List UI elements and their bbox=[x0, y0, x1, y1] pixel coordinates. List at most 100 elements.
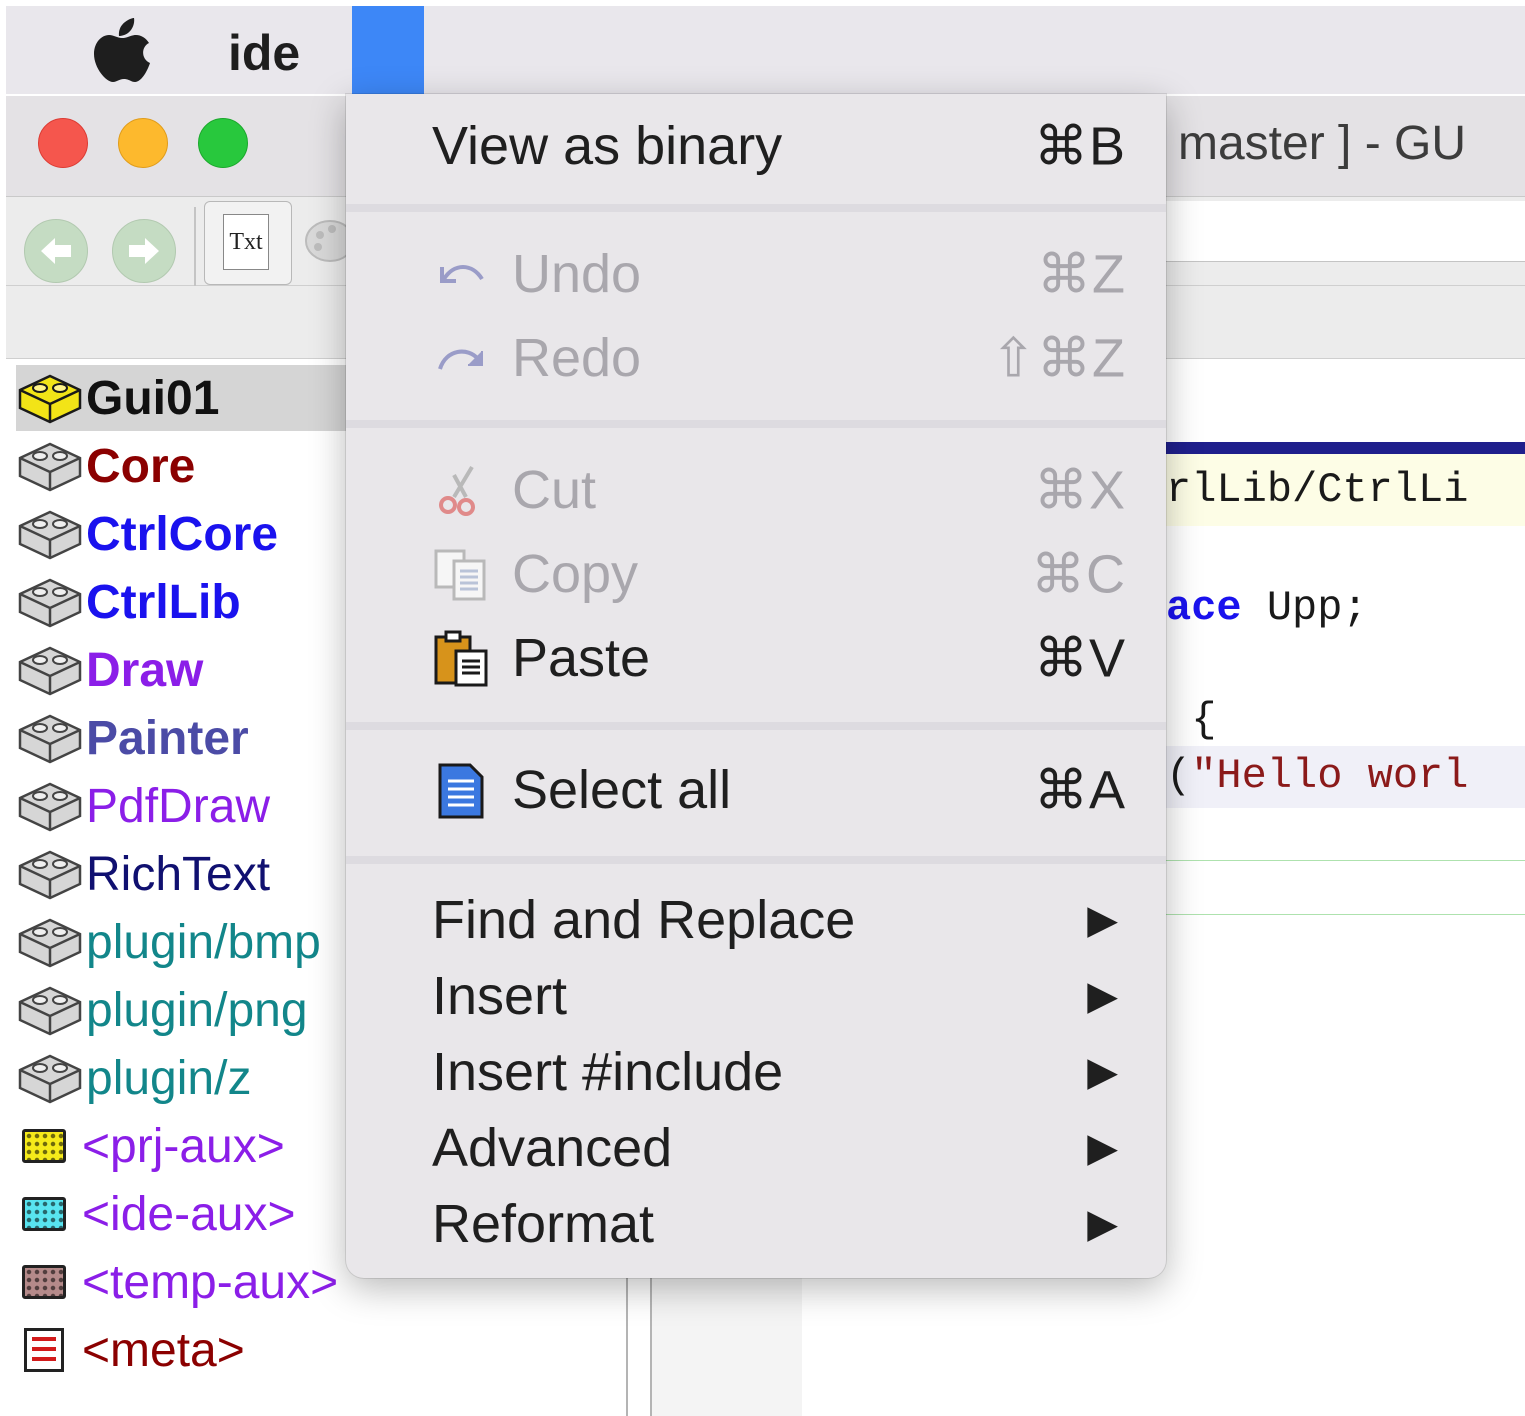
minimize-button[interactable] bbox=[118, 118, 168, 168]
package-label: RichText bbox=[86, 847, 271, 901]
menu-shortcut: ⌘Z bbox=[1037, 244, 1126, 305]
menu-item-label: Reformat bbox=[432, 1194, 655, 1254]
package-label: plugin/png bbox=[86, 983, 308, 1037]
code-line-namespace: ace Upp; bbox=[1166, 584, 1368, 632]
menu-shortcut: ⇧⌘Z bbox=[990, 328, 1126, 389]
code-line-brace: { bbox=[1166, 696, 1217, 744]
submenu-arrow-icon: ▶ bbox=[1087, 974, 1118, 1018]
document-select-icon bbox=[438, 763, 484, 819]
brown-aux-icon bbox=[22, 1265, 66, 1299]
close-button[interactable] bbox=[38, 118, 88, 168]
menu-item-label: Select all bbox=[512, 760, 732, 820]
txt-file-icon: Txt bbox=[223, 214, 269, 270]
package-label: <meta> bbox=[82, 1323, 245, 1377]
code-keyword: ace bbox=[1166, 584, 1242, 632]
package-label: PdfDraw bbox=[86, 779, 271, 833]
menu-item-undo[interactable]: Undo ⌘Z bbox=[346, 234, 1166, 314]
menu-item-label: Copy bbox=[512, 544, 639, 604]
scissors-icon bbox=[439, 465, 475, 516]
submenu-arrow-icon: ▶ bbox=[1087, 898, 1118, 942]
redo-icon bbox=[438, 349, 483, 370]
arrow-right-icon bbox=[129, 238, 159, 264]
menu-item-copy[interactable]: Copy ⌘C bbox=[346, 534, 1166, 614]
file-path-text: rlLib/CtrlLi bbox=[1166, 466, 1469, 514]
package-label: <prj-aux> bbox=[82, 1119, 285, 1173]
menu-item-reformat[interactable]: Reformat ▶ bbox=[346, 1184, 1166, 1264]
menu-item-redo[interactable]: Redo ⇧⌘Z bbox=[346, 318, 1166, 398]
submenu-arrow-icon: ▶ bbox=[1087, 1050, 1118, 1094]
menu-separator bbox=[346, 722, 1166, 730]
edit-menu: View as binary ⌘B Undo ⌘Z Redo ⇧⌘Z Cut ⌘… bbox=[346, 94, 1166, 1278]
menu-item-insert[interactable]: Insert ▶ bbox=[346, 956, 1166, 1036]
gray-package-icon bbox=[18, 714, 82, 764]
menu-item-label: Undo bbox=[512, 244, 642, 304]
menu-shortcut: ⌘B bbox=[1033, 116, 1126, 177]
package-label: <ide-aux> bbox=[82, 1187, 296, 1241]
package-label: Gui01 bbox=[86, 371, 220, 425]
editor-line-separator bbox=[1166, 914, 1525, 915]
menu-item-cut[interactable]: Cut ⌘X bbox=[346, 450, 1166, 530]
menu-separator bbox=[346, 204, 1166, 212]
text-file-button[interactable]: Txt bbox=[204, 201, 292, 285]
toolbar-separator bbox=[194, 207, 196, 287]
menu-shortcut: ⌘V bbox=[1033, 628, 1126, 689]
menu-item-label: Paste bbox=[512, 628, 651, 688]
gray-package-icon bbox=[18, 1054, 82, 1104]
menu-bar: ide bbox=[6, 6, 1525, 94]
meta-list-icon bbox=[24, 1328, 64, 1372]
menu-item-view-as-binary[interactable]: View as binary ⌘B bbox=[346, 106, 1166, 186]
gray-package-icon bbox=[18, 986, 82, 1036]
menu-item-label: Find and Replace bbox=[432, 890, 856, 950]
clipboard-icon bbox=[434, 630, 488, 687]
gray-package-icon bbox=[18, 918, 82, 968]
app-menu-ide[interactable]: ide bbox=[228, 24, 300, 82]
menu-item-select-all[interactable]: Select all ⌘A bbox=[346, 750, 1166, 830]
yellow-package-icon bbox=[18, 374, 82, 424]
editor-header-rule bbox=[1166, 442, 1525, 454]
edit-menu-highlight[interactable] bbox=[352, 6, 424, 94]
package-label: Draw bbox=[86, 643, 204, 697]
back-button[interactable] bbox=[24, 219, 88, 283]
submenu-arrow-icon: ▶ bbox=[1087, 1202, 1118, 1246]
menu-separator bbox=[346, 420, 1166, 428]
yellow-aux-icon bbox=[22, 1129, 66, 1163]
editor-line-separator bbox=[1166, 860, 1525, 861]
copy-icon bbox=[434, 549, 486, 601]
menu-item-advanced[interactable]: Advanced ▶ bbox=[346, 1108, 1166, 1188]
menu-item-label: Insert #include bbox=[432, 1042, 784, 1102]
package-item-meta[interactable]: <meta> bbox=[16, 1317, 616, 1383]
menu-shortcut: ⌘X bbox=[1033, 460, 1126, 521]
menu-item-label: Advanced bbox=[432, 1118, 673, 1178]
package-label: Core bbox=[86, 439, 196, 493]
window-title: master ] - GU bbox=[1178, 117, 1467, 170]
zoom-button[interactable] bbox=[198, 118, 248, 168]
undo-icon bbox=[440, 265, 484, 283]
code-paren: ( bbox=[1166, 752, 1192, 800]
package-label: CtrlLib bbox=[86, 575, 241, 629]
code-text: Upp; bbox=[1241, 584, 1368, 632]
package-label: plugin/bmp bbox=[86, 915, 321, 969]
cyan-aux-icon bbox=[22, 1197, 66, 1231]
package-label: CtrlCore bbox=[86, 507, 279, 561]
gray-package-icon bbox=[18, 646, 82, 696]
gray-package-icon bbox=[18, 782, 82, 832]
menu-item-find-and-replace[interactable]: Find and Replace ▶ bbox=[346, 880, 1166, 960]
gray-package-icon bbox=[18, 510, 82, 560]
menu-item-label: Cut bbox=[512, 460, 597, 520]
gray-package-icon bbox=[18, 578, 82, 628]
forward-button[interactable] bbox=[112, 219, 176, 283]
toolbar-combo[interactable] bbox=[1166, 201, 1525, 262]
code-line-string: ("Hello worl bbox=[1166, 752, 1468, 800]
gray-package-icon bbox=[18, 442, 82, 492]
editor-file-header: rlLib/CtrlLi bbox=[1166, 454, 1525, 526]
menu-item-insert-include[interactable]: Insert #include ▶ bbox=[346, 1032, 1166, 1112]
menu-shortcut: ⌘A bbox=[1033, 760, 1126, 821]
menu-shortcut: ⌘C bbox=[1031, 544, 1126, 605]
menu-item-paste[interactable]: Paste ⌘V bbox=[346, 618, 1166, 698]
apple-logo-icon[interactable] bbox=[94, 18, 150, 84]
arrow-left-icon bbox=[41, 238, 71, 264]
package-label: Painter bbox=[86, 711, 249, 765]
code-string: "Hello worl bbox=[1191, 752, 1469, 800]
package-label: plugin/z bbox=[86, 1051, 252, 1105]
submenu-arrow-icon: ▶ bbox=[1087, 1126, 1118, 1170]
